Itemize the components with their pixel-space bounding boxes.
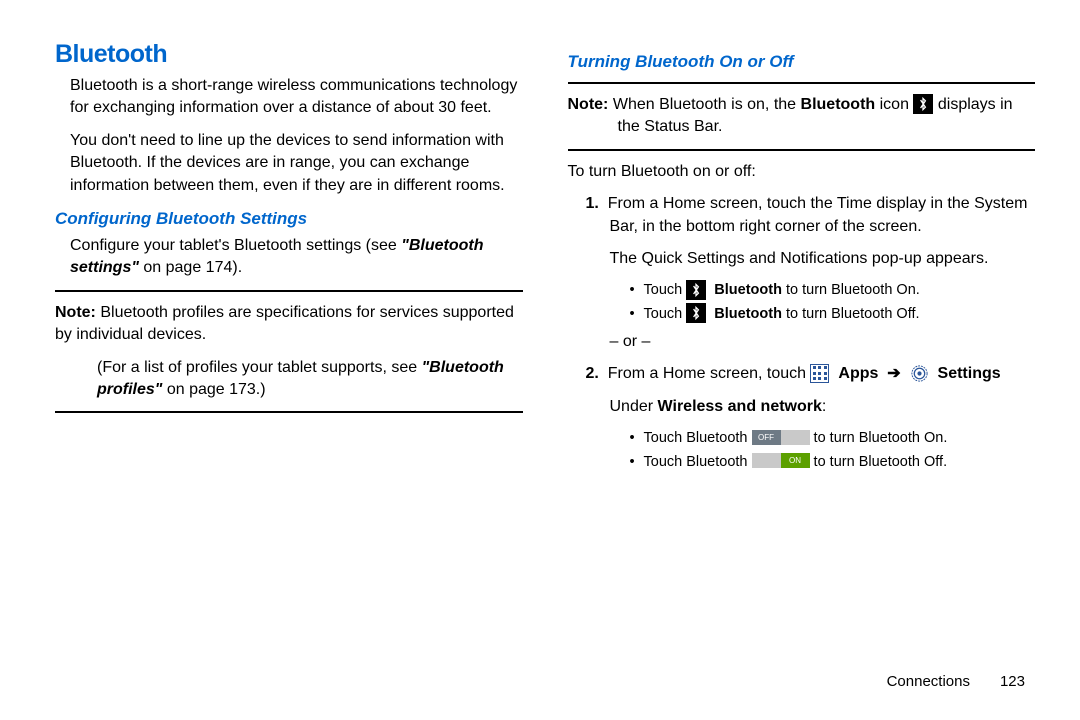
settings-icon [910, 364, 929, 383]
divider [568, 149, 1036, 151]
bluetooth-icon [686, 280, 706, 300]
divider [55, 411, 523, 413]
subheading-turning-on-off: Turning Bluetooth On or Off [568, 52, 1036, 72]
note-profiles: Note: Bluetooth profiles are specificati… [55, 302, 523, 347]
apps-icon [810, 364, 829, 383]
step-2: 2. From a Home screen, touch Apps ➔ Sett… [610, 363, 1036, 385]
step-1-result: The Quick Settings and Notifications pop… [610, 248, 1036, 270]
page-footer: Connections 123 [887, 673, 1025, 690]
section-title: Bluetooth [55, 40, 523, 69]
footer-section: Connections [887, 673, 970, 690]
bullet-toggle-on: Touch Bluetooth OFFON to turn Bluetooth … [630, 428, 1036, 450]
divider [568, 82, 1036, 84]
subheading-configuring: Configuring Bluetooth Settings [55, 209, 523, 229]
bullet-toggle-off: Touch Bluetooth OFFON to turn Bluetooth … [630, 452, 1036, 474]
note-status-bar: Note: When Bluetooth is on, the Bluetoot… [568, 94, 1036, 139]
page-number: 123 [1000, 673, 1025, 690]
bluetooth-icon [686, 303, 706, 323]
intro-paragraph-2: You don't need to line up the devices to… [70, 130, 523, 197]
bullet-turn-off: Touch Bluetooth to turn Bluetooth Off. [630, 304, 1036, 326]
note-profiles-ref: (For a list of profiles your tablet supp… [97, 357, 523, 402]
lead-text: To turn Bluetooth on or off: [568, 161, 1036, 183]
divider [55, 290, 523, 292]
bullet-turn-on: Touch Bluetooth to turn Bluetooth On. [630, 280, 1036, 302]
toggle-on-icon: OFFON [752, 453, 810, 468]
step-1: 1. From a Home screen, touch the Time di… [610, 193, 1036, 238]
or-separator: – or – [610, 331, 1036, 353]
step-2-line2: Under Wireless and network: [610, 396, 1036, 418]
bluetooth-icon [913, 94, 933, 114]
intro-paragraph-1: Bluetooth is a short-range wireless comm… [70, 75, 523, 120]
arrow-icon: ➔ [883, 365, 905, 382]
toggle-off-icon: OFFON [752, 430, 810, 445]
configure-text: Configure your tablet's Bluetooth settin… [70, 235, 523, 280]
